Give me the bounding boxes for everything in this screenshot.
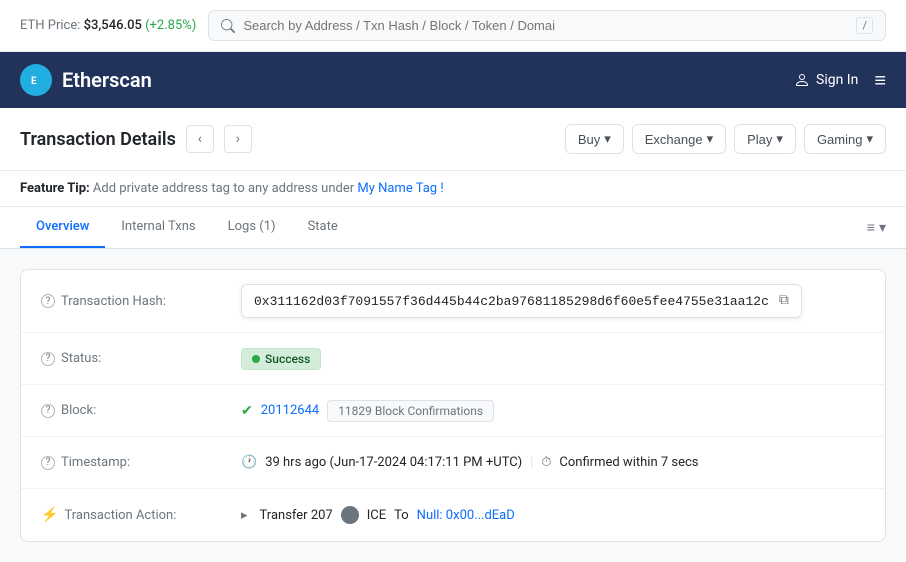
- block-row: ? Block: ✔ 20112644 11829 Block Confirma…: [21, 385, 885, 437]
- buy-label: Buy: [578, 132, 600, 147]
- hash-text: 0x311162d03f7091557f36d445b44c2ba9768118…: [254, 294, 769, 309]
- block-info-icon[interactable]: ?: [41, 404, 55, 418]
- status-value: Success: [241, 348, 865, 370]
- block-label-text: Block:: [61, 403, 96, 418]
- brand: E Etherscan: [20, 64, 152, 96]
- search-icon: [221, 19, 235, 33]
- chevron-down-icon: ▾: [879, 220, 886, 236]
- navbar: E Etherscan Sign In ≡: [0, 52, 906, 108]
- brand-logo: E: [20, 64, 52, 96]
- status-label: ? Status:: [41, 351, 241, 366]
- hash-info-icon[interactable]: ?: [41, 294, 55, 308]
- block-check-icon: ✔: [241, 403, 253, 419]
- search-bar[interactable]: /: [208, 10, 886, 41]
- search-input[interactable]: [243, 18, 848, 33]
- tab-logs[interactable]: Logs (1): [212, 207, 292, 248]
- feature-tip-text: Add private address tag to any address u…: [93, 181, 357, 196]
- to-text: To: [394, 508, 409, 523]
- sign-in-button[interactable]: Sign In: [794, 72, 858, 88]
- action-label: ⚡ Transaction Action:: [41, 507, 241, 523]
- tab-internal-txns[interactable]: Internal Txns: [105, 207, 211, 248]
- page-title: Transaction Details: [20, 129, 176, 150]
- hash-label: ? Transaction Hash:: [41, 294, 241, 309]
- gaming-label: Gaming: [817, 132, 863, 147]
- transaction-detail-card: ? Transaction Hash: 0x311162d03f7091557f…: [20, 269, 886, 542]
- navbar-right: Sign In ≡: [794, 68, 886, 93]
- header-buttons: Buy ▾ Exchange ▾ Play ▾ Gaming ▾: [565, 124, 886, 154]
- play-label: Play: [747, 132, 772, 147]
- clock-icon: 🕐: [241, 455, 257, 470]
- status-row: ? Status: Success: [21, 333, 885, 385]
- tab-overview[interactable]: Overview: [20, 207, 105, 248]
- hamburger-menu[interactable]: ≡: [874, 68, 886, 93]
- hash-box: 0x311162d03f7091557f36d445b44c2ba9768118…: [241, 284, 802, 318]
- sign-in-label: Sign In: [816, 72, 858, 88]
- page-title-area: Transaction Details ‹ ›: [20, 125, 252, 153]
- page-header: Transaction Details ‹ › Buy ▾ Exchange ▾…: [0, 108, 906, 171]
- action-label-text: Transaction Action:: [64, 508, 176, 523]
- pipe-divider: |: [530, 455, 533, 470]
- timestamp-label-text: Timestamp:: [61, 455, 130, 470]
- exchange-chevron-icon: ▾: [707, 131, 714, 147]
- tabs-container: Overview Internal Txns Logs (1) State ≡ …: [0, 207, 906, 249]
- transfer-text: Transfer 207: [260, 508, 333, 523]
- topbar: ETH Price: $3,546.05 (+2.85%) /: [0, 0, 906, 52]
- confirm-clock-icon: ⏱: [541, 455, 551, 470]
- svg-text:E: E: [31, 76, 37, 87]
- confirm-text: Confirmed within 7 secs: [559, 455, 698, 470]
- buy-button[interactable]: Buy ▾: [565, 124, 624, 154]
- token-label: ICE: [367, 508, 386, 523]
- timestamp-row: ? Timestamp: 🕐 39 hrs ago (Jun-17-2024 0…: [21, 437, 885, 489]
- main-content: ? Transaction Hash: 0x311162d03f7091557f…: [0, 249, 906, 562]
- brand-name: Etherscan: [62, 68, 152, 92]
- block-value: ✔ 20112644 11829 Block Confirmations: [241, 400, 865, 422]
- hash-row: ? Transaction Hash: 0x311162d03f7091557f…: [21, 270, 885, 333]
- list-icon: ≡: [867, 219, 875, 236]
- feature-tip: Feature Tip: Add private address tag to …: [0, 171, 906, 207]
- block-label: ? Block:: [41, 403, 241, 418]
- tab-state[interactable]: State: [292, 207, 354, 248]
- status-info-icon[interactable]: ?: [41, 352, 55, 366]
- copy-hash-icon[interactable]: ⧉: [779, 293, 789, 309]
- timestamp-text: 39 hrs ago (Jun-17-2024 04:17:11 PM +UTC…: [265, 455, 522, 470]
- gaming-chevron-icon: ▾: [866, 131, 873, 147]
- exchange-button[interactable]: Exchange ▾: [632, 124, 726, 154]
- eth-change: (+2.85%): [145, 18, 196, 33]
- buy-chevron-icon: ▾: [604, 131, 611, 147]
- timestamp-label: ? Timestamp:: [41, 455, 241, 470]
- action-row: ⚡ Transaction Action: ▸ Transfer 207 ICE…: [21, 489, 885, 541]
- exchange-label: Exchange: [645, 132, 703, 147]
- play-button[interactable]: Play ▾: [734, 124, 796, 154]
- tabs: Overview Internal Txns Logs (1) State: [20, 207, 354, 248]
- search-slash: /: [856, 17, 873, 34]
- hash-value: 0x311162d03f7091557f36d445b44c2ba9768118…: [241, 284, 865, 318]
- eth-label: ETH Price:: [20, 18, 80, 33]
- timestamp-value: 🕐 39 hrs ago (Jun-17-2024 04:17:11 PM +U…: [241, 455, 865, 470]
- gaming-button[interactable]: Gaming ▾: [804, 124, 886, 154]
- prev-nav-button[interactable]: ‹: [186, 125, 214, 153]
- timestamp-info-icon[interactable]: ?: [41, 456, 55, 470]
- eth-price-area: ETH Price: $3,546.05 (+2.85%): [20, 18, 196, 33]
- status-text: Success: [265, 352, 310, 366]
- eth-price-value: $3,546.05: [84, 18, 142, 33]
- block-number-link[interactable]: 20112644: [261, 403, 319, 418]
- transfer-arrow-icon: ▸: [241, 508, 248, 523]
- status-label-text: Status:: [61, 351, 101, 366]
- status-badge: Success: [241, 348, 321, 370]
- user-icon: [794, 72, 810, 88]
- hash-label-text: Transaction Hash:: [61, 294, 166, 309]
- play-chevron-icon: ▾: [776, 131, 783, 147]
- null-address-link[interactable]: Null: 0x00...dEaD: [417, 508, 515, 523]
- tabs-view-toggle[interactable]: ≡ ▾: [867, 219, 886, 236]
- lightning-icon: ⚡: [41, 507, 58, 523]
- status-dot: [252, 355, 260, 363]
- feature-tip-prefix: Feature Tip:: [20, 181, 90, 196]
- my-name-tag-link[interactable]: My Name Tag !: [357, 181, 443, 196]
- next-nav-button[interactable]: ›: [224, 125, 252, 153]
- confirmations-badge: 11829 Block Confirmations: [327, 400, 494, 422]
